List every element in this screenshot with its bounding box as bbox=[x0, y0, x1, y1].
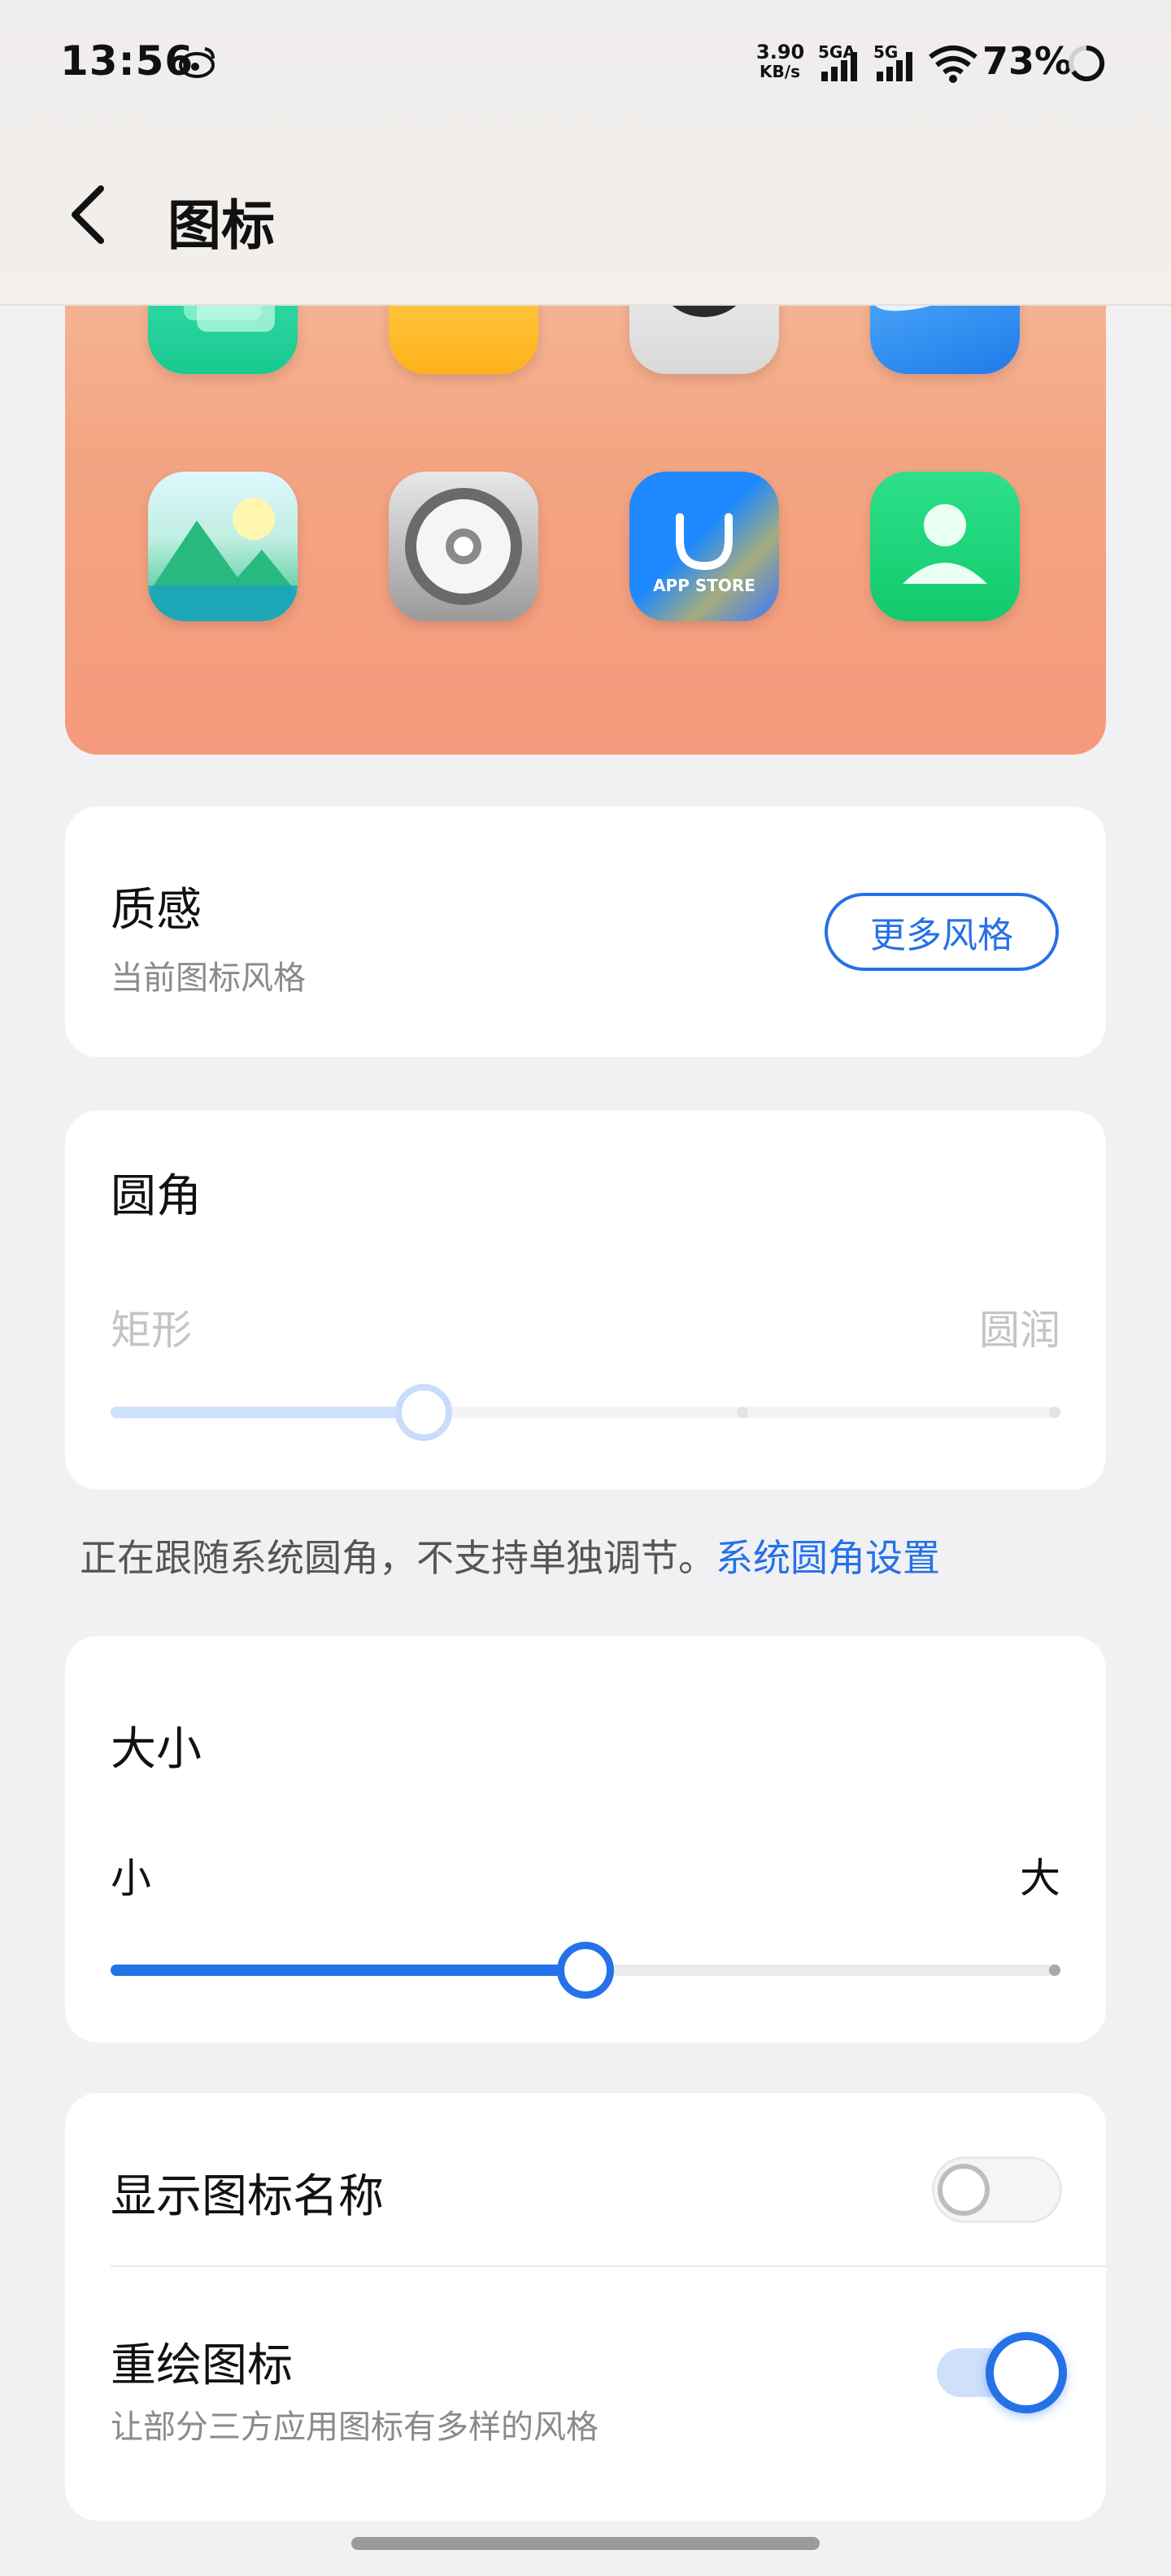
size-card: 大小 小 大 bbox=[65, 1636, 1106, 2043]
toggle-divider bbox=[111, 2265, 1106, 2267]
corner-slider-tick bbox=[1049, 1407, 1060, 1418]
redraw-toggle[interactable] bbox=[937, 2332, 1067, 2413]
home-indicator[interactable] bbox=[351, 2537, 820, 2550]
corner-note-text: 正在跟随系统圆角，不支持单独调节。 bbox=[80, 1536, 716, 1580]
settings-icon bbox=[389, 472, 538, 621]
system-corner-settings-link[interactable]: 系统圆角设置 bbox=[716, 1536, 940, 1580]
more-styles-button[interactable]: 更多风格 bbox=[825, 893, 1059, 971]
app-header: 13:56 3.90 KB/s 5GA 5G 73% 图标 bbox=[0, 0, 1171, 306]
contacts-icon bbox=[870, 472, 1020, 621]
size-max-label: 大 bbox=[1020, 1855, 1060, 1902]
battery-icon bbox=[1067, 44, 1106, 86]
toggle-card: 显示图标名称 重绘图标 让部分三方应用图标有多样的风格 bbox=[65, 2093, 1106, 2521]
style-card: 质感 当前图标风格 更多风格 bbox=[65, 807, 1106, 1057]
show-names-label: 显示图标名称 bbox=[111, 2170, 384, 2223]
wifi-icon bbox=[927, 44, 979, 86]
corner-min-label: 矩形 bbox=[111, 1307, 192, 1354]
show-names-toggle-knob bbox=[938, 2164, 990, 2216]
app-store-icon: APP STORE bbox=[629, 472, 779, 621]
size-min-label: 小 bbox=[111, 1855, 151, 1902]
redraw-desc: 让部分三方应用图标有多样的风格 bbox=[111, 2408, 599, 2446]
size-slider-fill bbox=[111, 1965, 586, 1976]
show-names-toggle[interactable] bbox=[932, 2156, 1062, 2223]
corner-max-label: 圆润 bbox=[979, 1307, 1060, 1354]
style-title: 质感 bbox=[111, 884, 202, 937]
gallery-icon bbox=[148, 472, 298, 621]
size-title: 大小 bbox=[111, 1723, 202, 1776]
net-speed-value: 3.90 bbox=[756, 41, 805, 63]
status-time: 13:56 bbox=[60, 37, 194, 85]
page-title: 图标 bbox=[168, 194, 275, 257]
corner-slider-thumb bbox=[395, 1384, 453, 1441]
size-slider-thumb[interactable] bbox=[557, 1942, 614, 1999]
weibo-icon bbox=[177, 44, 218, 83]
battery-percent: 73% bbox=[982, 39, 1073, 83]
redraw-label: 重绘图标 bbox=[111, 2339, 293, 2392]
corner-slider-tick bbox=[737, 1407, 748, 1418]
corner-title: 圆角 bbox=[111, 1170, 202, 1223]
app-store-label: APP STORE bbox=[653, 576, 755, 595]
back-chevron-icon[interactable] bbox=[65, 182, 111, 250]
net-speed: 3.90 KB/s bbox=[756, 41, 805, 81]
corner-card: 圆角 矩形 圆润 bbox=[65, 1111, 1106, 1490]
redraw-toggle-knob bbox=[986, 2332, 1067, 2413]
net-speed-unit: KB/s bbox=[760, 62, 800, 81]
style-subtitle: 当前图标风格 bbox=[111, 959, 306, 997]
size-slider-tick bbox=[1049, 1965, 1060, 1976]
corner-note: 正在跟随系统圆角，不支持单独调节。系统圆角设置 bbox=[80, 1529, 940, 1582]
icon-preview: APP STORE bbox=[65, 244, 1106, 755]
corner-slider-fill bbox=[111, 1407, 424, 1418]
